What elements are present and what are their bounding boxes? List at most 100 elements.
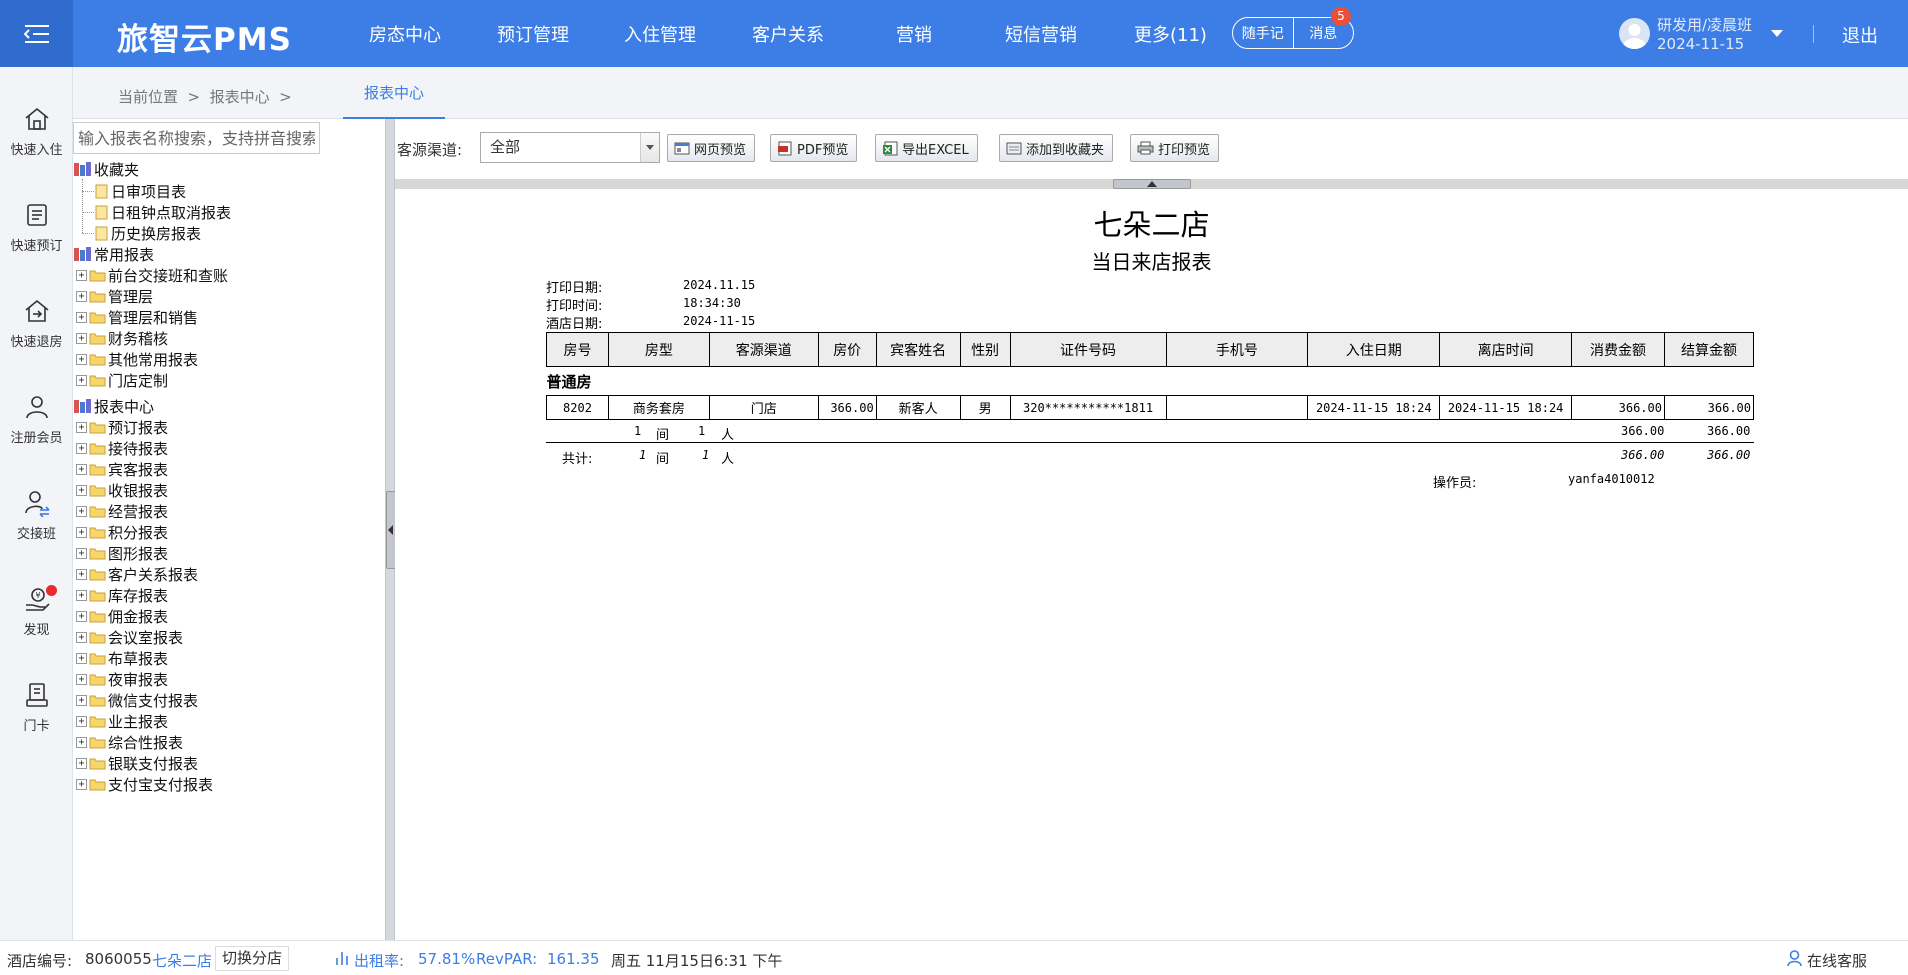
expand-icon[interactable]: + [76, 526, 87, 538]
report-tree-panel: 收藏夹 日审项目表 日租钟点取消报表 历史换房报表 常用报表 报表中心 +前台交… [73, 119, 385, 940]
sidebar-item-register-member[interactable]: 注册会员 [0, 393, 73, 446]
sidebar-item-quick-checkin[interactable]: 快速入住 [0, 105, 73, 158]
tree-node-common-folder[interactable]: + 门店定制 [76, 370, 168, 390]
expand-icon[interactable]: + [76, 505, 87, 517]
tree-leaf-favorite[interactable]: 历史换房报表 [95, 223, 201, 243]
web-preview-button[interactable]: 网页预览 [667, 134, 756, 162]
online-service-button[interactable]: 在线客服 [1807, 950, 1867, 971]
logout-divider [1813, 25, 1814, 43]
expand-icon[interactable]: + [76, 631, 87, 643]
tree-node-report-folder[interactable]: + 库存报表 [76, 585, 168, 605]
tree-node-report-folder[interactable]: + 收银报表 [76, 480, 168, 500]
sidebar-item-handover[interactable]: 交接班 [0, 489, 73, 542]
messages-button[interactable]: 消息 [1294, 23, 1354, 43]
tree-node-common-folder[interactable]: + 前台交接班和查账 [76, 265, 228, 285]
expand-icon[interactable]: + [76, 652, 87, 664]
tree-node-report-folder[interactable]: + 客户关系报表 [76, 564, 198, 584]
panel-splitter[interactable] [385, 119, 396, 940]
sidebar-item-door-card[interactable]: 门卡 [0, 681, 73, 734]
tree-leaf-favorite[interactable]: 日审项目表 [95, 181, 186, 201]
source-channel-select[interactable]: 全部 [480, 132, 660, 163]
nav-marketing[interactable]: 营销 [896, 21, 932, 47]
tab-report-center[interactable]: 报表中心 [343, 67, 445, 119]
tree-node-common-reports[interactable]: 常用报表 [73, 244, 154, 264]
print-preview-button[interactable]: 打印预览 [1130, 134, 1220, 162]
books-icon [74, 162, 91, 176]
nav-more[interactable]: 更多(11) [1134, 21, 1207, 47]
chevron-down-icon[interactable] [640, 133, 659, 162]
tree-node-report-folder[interactable]: + 接待报表 [76, 438, 168, 458]
tree-node-favorites[interactable]: 收藏夹 [73, 159, 139, 179]
collapse-toolbar-handle[interactable] [1113, 179, 1191, 189]
pdf-preview-button[interactable]: PDF预览 [770, 134, 858, 162]
avatar[interactable] [1619, 18, 1650, 49]
expand-icon[interactable]: + [76, 715, 87, 727]
expand-icon[interactable]: + [76, 484, 87, 496]
tree-node-report-folder[interactable]: + 综合性报表 [76, 732, 183, 752]
expand-icon[interactable]: + [76, 353, 87, 365]
tree-node-common-folder[interactable]: + 其他常用报表 [76, 349, 198, 369]
tree-node-report-folder[interactable]: + 预订报表 [76, 417, 168, 437]
expand-icon[interactable]: + [76, 421, 87, 433]
tree-node-report-folder[interactable]: + 经营报表 [76, 501, 168, 521]
user-date: 2024-11-15 [1657, 35, 1745, 53]
menu-toggle-button[interactable] [0, 0, 73, 67]
total-rooms: 1 [639, 448, 647, 462]
table-row: 8202 商务套房 门店 366.00 新客人男 320***********1811 20… [546, 395, 1755, 420]
tree-leaf-favorite[interactable]: 日租钟点取消报表 [95, 202, 231, 222]
expand-icon[interactable]: + [76, 757, 87, 769]
expand-icon[interactable]: + [76, 694, 87, 706]
nav-room-status[interactable]: 房态中心 [369, 21, 441, 47]
expand-icon[interactable]: + [76, 290, 87, 302]
expand-icon[interactable]: + [76, 547, 87, 559]
subtotal-consume: 366.00 [1621, 424, 1665, 438]
expand-icon[interactable]: + [76, 736, 87, 748]
user-name[interactable]: 研发用/凌晨班 [1657, 14, 1752, 35]
tree-node-report-folder[interactable]: + 会议室报表 [76, 627, 183, 647]
nav-crm[interactable]: 客户关系 [752, 21, 824, 47]
revpar-label: RevPAR: [476, 950, 538, 968]
nav-reservation[interactable]: 预订管理 [497, 21, 569, 47]
sidebar-item-quick-checkout[interactable]: 快速退房 [0, 297, 73, 350]
expand-icon[interactable]: + [76, 374, 87, 386]
tree-node-common-folder[interactable]: + 管理层 [76, 286, 153, 306]
tree-node-report-folder[interactable]: + 图形报表 [76, 543, 168, 563]
expand-icon[interactable]: + [76, 568, 87, 580]
discover-notification-dot [46, 585, 57, 596]
tree-node-report-folder[interactable]: + 积分报表 [76, 522, 168, 542]
expand-icon[interactable]: + [76, 442, 87, 454]
tree-node-report-folder[interactable]: + 支付宝支付报表 [76, 774, 213, 794]
sidebar-item-discover[interactable]: ¥ 发现 [0, 585, 73, 638]
sidebar-item-quick-booking[interactable]: 快速预订 [0, 201, 73, 254]
export-excel-button[interactable]: 导出EXCEL [875, 134, 978, 162]
expand-icon[interactable]: + [76, 778, 87, 790]
tree-node-report-center[interactable]: 报表中心 [73, 396, 154, 416]
tree-node-common-folder[interactable]: + 财务稽核 [76, 328, 168, 348]
switch-branch-button[interactable]: 切换分店 [215, 946, 290, 971]
expand-icon[interactable]: + [76, 269, 87, 281]
expand-icon[interactable]: + [76, 589, 87, 601]
tree-node-common-folder[interactable]: + 管理层和销售 [76, 307, 198, 327]
tree-node-report-folder[interactable]: + 夜审报表 [76, 669, 168, 689]
nav-checkin[interactable]: 入住管理 [624, 21, 696, 47]
tree-node-report-folder[interactable]: + 佣金报表 [76, 606, 168, 626]
tree-node-report-folder[interactable]: + 银联支付报表 [76, 753, 198, 773]
table-cell: 男 [959, 395, 1011, 420]
expand-icon[interactable]: + [76, 463, 87, 475]
expand-icon[interactable]: + [76, 311, 87, 323]
notes-button[interactable]: 随手记 [1233, 23, 1293, 43]
occupancy-value: 57.81% [418, 950, 476, 968]
tree-node-report-folder[interactable]: + 布草报表 [76, 648, 168, 668]
expand-icon[interactable]: + [76, 610, 87, 622]
expand-icon[interactable]: + [76, 332, 87, 344]
operator-label: 操作员: [1433, 476, 1477, 491]
tree-node-report-folder[interactable]: + 宾客报表 [76, 459, 168, 479]
logout-button[interactable]: 退出 [1842, 22, 1878, 48]
user-menu-caret-icon[interactable] [1770, 26, 1784, 42]
add-to-favorites-button[interactable]: 添加到收藏夹 [999, 134, 1114, 162]
expand-icon[interactable]: + [76, 673, 87, 685]
tree-node-report-folder[interactable]: + 业主报表 [76, 711, 168, 731]
nav-sms-marketing[interactable]: 短信营销 [1005, 21, 1077, 47]
report-search-input[interactable] [73, 122, 320, 154]
tree-node-report-folder[interactable]: + 微信支付报表 [76, 690, 198, 710]
